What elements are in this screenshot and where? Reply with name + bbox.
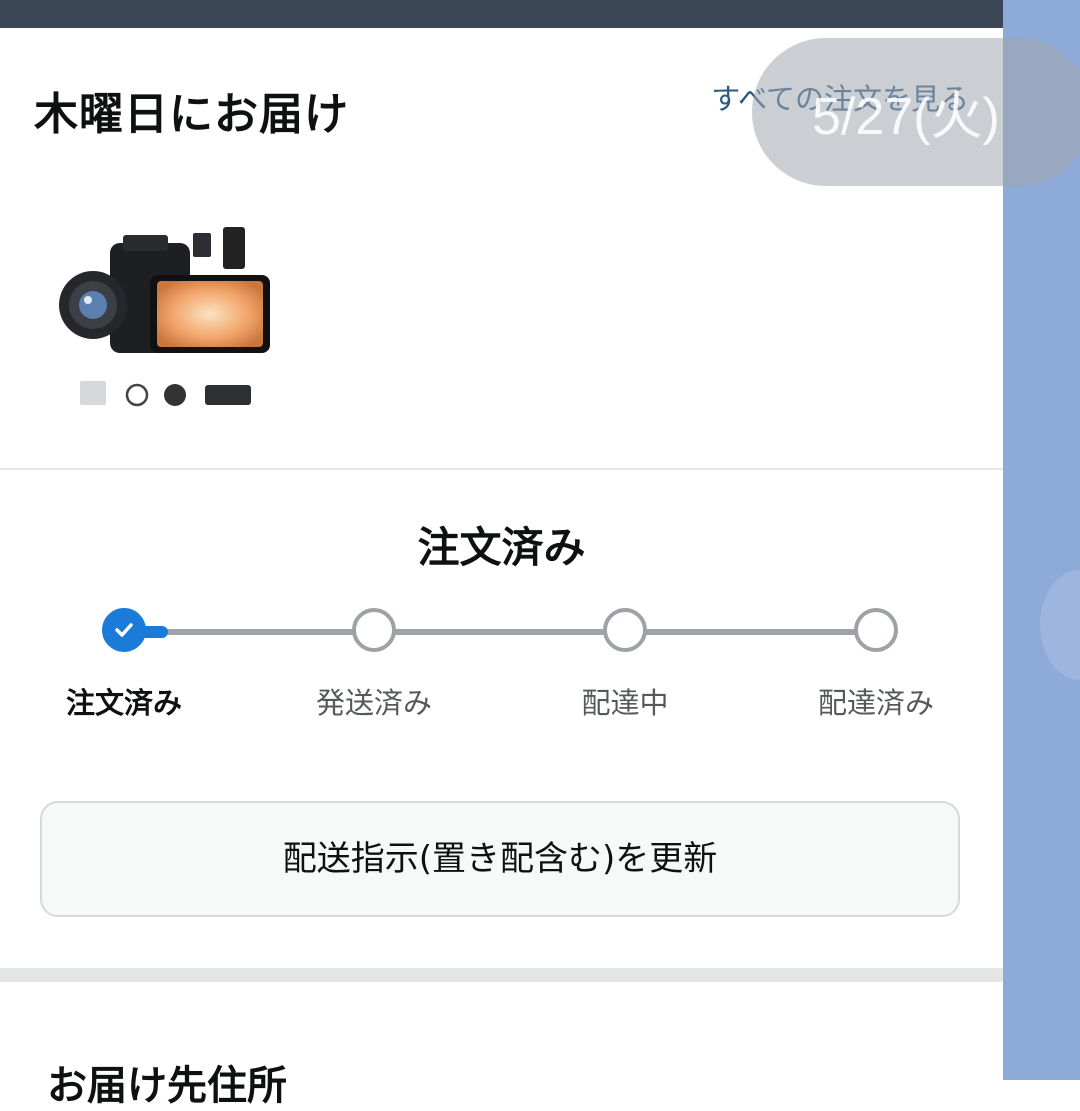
step-label-ordered: 注文済み [65,686,182,720]
shipping-address-title: お届け先住所 [47,1063,287,1109]
step-in-transit-indicator [603,608,647,652]
product-image[interactable] [55,223,280,418]
update-delivery-instructions-button[interactable]: 配送指示(置き配含む)を更新 [40,801,960,917]
order-card: 木曜日にお届け すべての注文を見る 5/27(火) 注文済み [0,28,1080,1109]
step-ordered-indicator [102,608,146,652]
top-status-bar [0,0,1080,28]
order-status-title: 注文済み [417,523,586,572]
step-delivered-indicator [854,608,898,652]
check-icon [115,623,133,637]
section-divider-thick [0,968,1003,982]
progress-track [124,629,876,635]
step-label-delivered: 配達済み [817,686,934,720]
section-divider [0,468,1003,470]
step-shipped-indicator [352,608,396,652]
step-label-in-transit: 配達中 [581,686,669,720]
delivery-day-title: 木曜日にお届け [34,89,349,140]
date-overlay-text: 5/27(火) [812,88,1000,146]
side-scroll-handle[interactable] [1040,570,1080,680]
step-label-shipped: 発送済み [315,686,432,720]
